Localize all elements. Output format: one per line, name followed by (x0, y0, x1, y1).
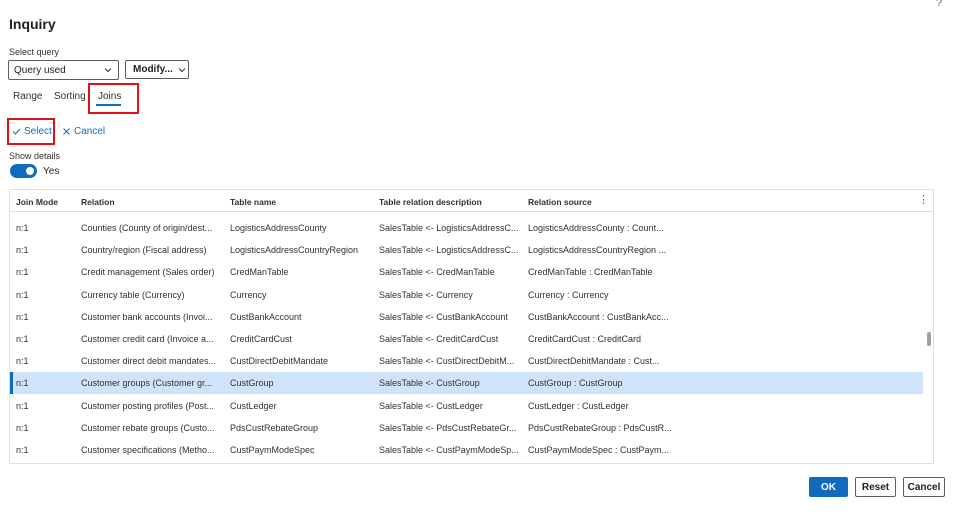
table-name-cell: PdsCustRebateGroup (230, 422, 319, 433)
table-name-cell: CustBankAccount (230, 311, 302, 322)
column-header-join-mode[interactable]: Join Mode (16, 197, 76, 207)
relation-source-cell: LogisticsAddressCountryRegion ... (528, 245, 667, 256)
select-button-highlight (7, 118, 55, 145)
cancel-button[interactable]: Cancel (903, 477, 945, 497)
relation-source-cell: CustPaymModeSpec : CustPaym... (528, 445, 670, 455)
table-row[interactable]: n:1 Customer direct debit mandates... Cust… (10, 350, 923, 372)
join-mode-cell: n:1 (16, 422, 29, 433)
table-row[interactable]: n:1 Currency table (Currency) Currency Sale… (10, 284, 923, 306)
join-mode-cell: n:1 (16, 334, 29, 344)
tab-range[interactable]: Range (13, 91, 42, 102)
select-query-value: Query used (14, 64, 66, 76)
relation-cell: Country/region (Fiscal address) (81, 245, 207, 256)
table-relation-description-cell: SalesTable <- CustDirectDebitM... (379, 356, 515, 367)
column-header-table-name[interactable]: Table name (230, 197, 376, 207)
cancel-action-label: Cancel (74, 126, 106, 137)
joins-tab-highlight (88, 83, 139, 114)
column-header-table-relation-description[interactable]: Table relation description (379, 197, 525, 207)
relation-source-cell: CustGroup : CustGroup (528, 378, 623, 389)
page-title: Inquiry (9, 16, 56, 32)
tab-sorting[interactable]: Sorting (54, 91, 86, 102)
show-details-toggle[interactable] (10, 164, 37, 178)
chevron-down-icon (178, 67, 186, 72)
show-details-toggle-label: Yes (43, 166, 60, 177)
joins-grid: Join Mode Relation Table name Table rela… (9, 189, 934, 464)
table-relation-description-cell: SalesTable <- CustLedger (379, 400, 483, 411)
modify-button-label: Modify... (133, 64, 173, 75)
show-details-label: Show details (9, 151, 61, 161)
column-header-relation-source[interactable]: Relation source (528, 197, 688, 207)
relation-source-cell: CredManTable : CredManTable (528, 267, 653, 278)
ok-button[interactable]: OK (809, 477, 848, 497)
table-row[interactable]: n:1 Customer bank accounts (Invoi... CustB… (10, 306, 923, 328)
relation-source-cell: CustBankAccount : CustBankAcc... (528, 311, 669, 322)
table-relation-description-cell: SalesTable <- CredManTable (379, 267, 495, 278)
cancel-action-button[interactable]: Cancel (62, 126, 105, 137)
relation-cell: Customer credit card (Invoice a... (81, 334, 214, 344)
column-header-relation[interactable]: Relation (81, 197, 227, 207)
relation-cell: Counties (County of origin/dest... (81, 223, 213, 233)
table-relation-description-cell: SalesTable <- Currency (379, 289, 473, 300)
table-relation-description-cell: SalesTable <- PdsCustRebateGr... (379, 422, 517, 433)
join-mode-cell: n:1 (16, 311, 29, 322)
table-row[interactable]: n:1 Counties (County of origin/dest... Log… (10, 217, 923, 239)
table-relation-description-cell: SalesTable <- CustPaymModeSp... (379, 445, 519, 455)
chevron-down-icon (104, 68, 112, 73)
relation-cell: Credit management (Sales order) (81, 267, 215, 278)
relation-source-cell: CustLedger : CustLedger (528, 400, 629, 411)
relation-cell: Customer bank accounts (Invoi... (81, 311, 213, 322)
table-name-cell: Currency (230, 289, 267, 300)
join-mode-cell: n:1 (16, 445, 29, 455)
join-mode-cell: n:1 (16, 245, 29, 256)
relation-source-cell: CreditCardCust : CreditCard (528, 334, 642, 344)
toggle-knob (26, 167, 34, 175)
grid-header: Join Mode Relation Table name Table rela… (10, 190, 933, 212)
table-name-cell: CustPaymModeSpec (230, 445, 315, 455)
relation-cell: Customer posting profiles (Post... (81, 400, 215, 411)
table-row[interactable]: n:1 Customer rebate groups (Custo... PdsCu… (10, 417, 923, 439)
vertical-scrollbar[interactable] (927, 332, 931, 346)
help-icon[interactable]: ? (936, 0, 942, 9)
table-name-cell: CreditCardCust (230, 334, 293, 344)
table-relation-description-cell: SalesTable <- LogisticsAddressC... (379, 223, 519, 233)
select-query-label: Select query (9, 47, 60, 57)
relation-cell: Currency table (Currency) (81, 289, 185, 300)
relation-source-cell: Currency : Currency (528, 289, 609, 300)
relation-cell: Customer groups (Customer gr... (81, 378, 213, 389)
select-query-dropdown[interactable]: Query used (8, 60, 119, 80)
table-relation-description-cell: SalesTable <- CustBankAccount (379, 311, 508, 322)
join-mode-cell: n:1 (16, 223, 29, 233)
table-relation-description-cell: SalesTable <- CustGroup (379, 378, 480, 389)
table-name-cell: LogisticsAddressCountryRegion (230, 245, 359, 256)
table-relation-description-cell: SalesTable <- LogisticsAddressC... (379, 245, 519, 256)
join-mode-cell: n:1 (16, 378, 29, 389)
table-row[interactable]: n:1 Credit management (Sales order) CredMa… (10, 261, 923, 283)
table-name-cell: LogisticsAddressCounty (230, 223, 327, 233)
relation-cell: Customer rebate groups (Custo... (81, 422, 215, 433)
table-row[interactable]: n:1 Country/region (Fiscal address) Logist… (10, 239, 923, 261)
relation-cell: Customer specifications (Metho... (81, 445, 215, 455)
relation-source-cell: CustDirectDebitMandate : Cust... (528, 356, 660, 367)
relation-cell: Customer direct debit mandates... (81, 356, 217, 367)
join-mode-cell: n:1 (16, 400, 29, 411)
close-icon (63, 128, 70, 135)
modify-button[interactable]: Modify... (125, 60, 189, 79)
table-name-cell: CredManTable (230, 267, 289, 278)
table-row[interactable]: n:1 Customer specifications (Metho... Cust… (10, 439, 923, 461)
table-name-cell: CustLedger (230, 400, 277, 411)
relation-source-cell: LogisticsAddressCounty : Count... (528, 223, 664, 233)
more-vertical-icon[interactable]: ⋮ (918, 193, 929, 206)
table-name-cell: CustGroup (230, 378, 274, 389)
table-row[interactable]: n:1 Customer credit card (Invoice a... Cre… (10, 328, 923, 350)
join-mode-cell: n:1 (16, 289, 29, 300)
table-row[interactable]: n:1 Customer groups (Customer gr... CustGr… (10, 372, 923, 395)
table-name-cell: CustDirectDebitMandate (230, 356, 329, 367)
join-mode-cell: n:1 (16, 356, 29, 367)
table-relation-description-cell: SalesTable <- CreditCardCust (379, 334, 499, 344)
selected-row-indicator (10, 372, 13, 395)
join-mode-cell: n:1 (16, 267, 29, 278)
reset-button[interactable]: Reset (855, 477, 896, 497)
relation-source-cell: PdsCustRebateGroup : PdsCustR... (528, 422, 672, 433)
table-row[interactable]: n:1 Customer posting profiles (Post... Cus… (10, 395, 923, 417)
